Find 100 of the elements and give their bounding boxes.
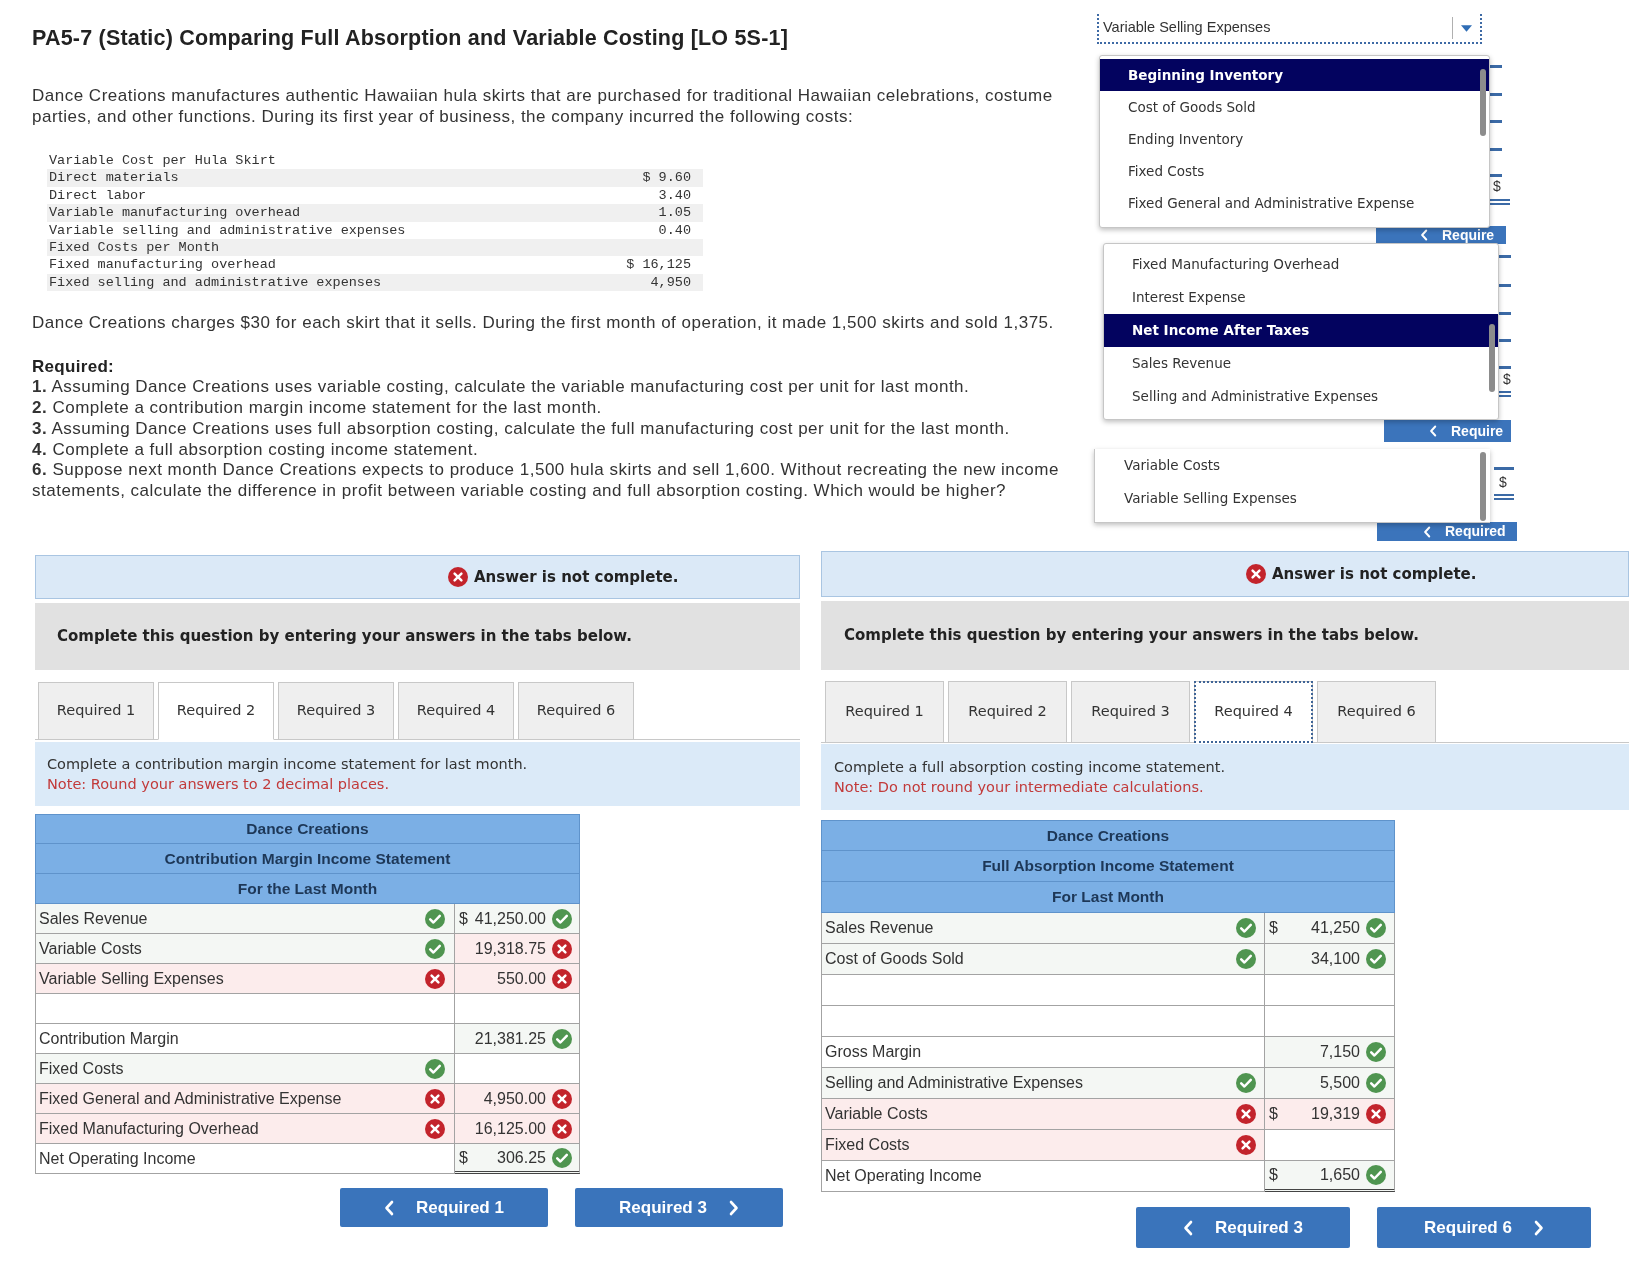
account-field[interactable]: Selling and Administrative Expenses (821, 1068, 1265, 1099)
task-text: Complete a contribution margin income statement for last month. (47, 755, 528, 774)
tab[interactable]: Required 6 (1317, 681, 1436, 743)
cost-amount: $ 9.60 (642, 169, 691, 187)
amount-field[interactable]: 5,500 (1265, 1068, 1395, 1099)
amount-field[interactable]: 16,125.00 (455, 1114, 580, 1144)
cost-item-label: Fixed manufacturing overhead (48, 256, 276, 274)
tab[interactable]: Required 3 (278, 682, 394, 740)
account-field[interactable]: Gross Margin (821, 1037, 1265, 1068)
cost-item-label: Fixed Costs per Month (48, 239, 220, 257)
cost-item-label: Direct labor (48, 186, 147, 205)
cost-amount: 3.40 (658, 186, 691, 205)
tab[interactable]: Required 3 (1071, 681, 1190, 743)
amount-value: 19,319 (1311, 1104, 1360, 1124)
account-label: Net Operating Income (38, 1148, 196, 1169)
account-field[interactable]: Net Operating Income (821, 1161, 1265, 1192)
account-field[interactable]: Fixed General and Administrative Expense (35, 1084, 455, 1114)
dropdown-option[interactable]: Net Income After Taxes (1104, 314, 1498, 347)
dropdown-option[interactable]: Beginning Inventory (1100, 59, 1489, 91)
dropdown-option[interactable]: Variable Selling Expenses (1095, 482, 1490, 515)
required-heading: Required: (32, 356, 116, 378)
account-field[interactable] (821, 1006, 1265, 1037)
previous-button[interactable]: Required 1 (340, 1188, 548, 1227)
account-field[interactable]: Fixed Costs (35, 1054, 455, 1084)
amount-field[interactable]: 34,100 (1265, 944, 1395, 975)
currency-symbol: $ (459, 1147, 468, 1168)
account-field[interactable]: Contribution Margin (35, 1024, 455, 1054)
amount-field[interactable]: 21,381.25 (455, 1024, 580, 1054)
select-field[interactable]: Variable Selling Expenses (1097, 14, 1482, 44)
amount-field[interactable] (1265, 1006, 1395, 1037)
next-button[interactable]: Required 3 (575, 1188, 783, 1227)
dropdown-option[interactable]: Fixed General and Administrative Expense (1100, 187, 1489, 219)
account-label: Fixed Costs (824, 1135, 910, 1155)
account-field[interactable] (35, 994, 455, 1024)
previous-button[interactable]: Required 3 (1136, 1207, 1350, 1248)
currency-symbol: $ (1269, 918, 1278, 938)
cost-item-label: Fixed selling and administrative expenses (48, 273, 382, 292)
amount-field[interactable] (455, 994, 580, 1024)
amount-field[interactable]: 550.00 (455, 964, 580, 994)
amount-field[interactable]: 4,950.00 (455, 1084, 580, 1114)
account-field[interactable]: Variable Costs (35, 934, 455, 964)
tab[interactable]: Required 4 (1194, 681, 1313, 743)
account-field[interactable]: Sales Revenue (821, 913, 1265, 944)
chevron-left-icon (1423, 525, 1431, 538)
tab[interactable]: Required 6 (518, 682, 634, 740)
account-field[interactable] (821, 975, 1265, 1006)
account-field[interactable]: Cost of Goods Sold (821, 944, 1265, 975)
scrollbar-thumb[interactable] (1489, 324, 1495, 392)
tab[interactable]: Required 1 (38, 682, 154, 740)
amount-field[interactable] (455, 1054, 580, 1084)
dropdown-option[interactable]: Sales Revenue (1104, 347, 1498, 380)
dropdown-option[interactable]: Selling and Administrative Expenses (1104, 380, 1498, 413)
amount-field[interactable] (1265, 975, 1395, 1006)
dropdown-option[interactable]: Ending Inventory (1100, 123, 1489, 155)
task-text: Complete a full absorption costing income statement. (834, 758, 1226, 777)
tab[interactable]: Required 2 (158, 682, 274, 740)
account-field[interactable]: Variable Selling Expenses (35, 964, 455, 994)
amount-field[interactable]: 7,150 (1265, 1037, 1395, 1068)
dropdown-option[interactable]: Interest Expense (1104, 281, 1498, 314)
tab[interactable]: Required 1 (825, 681, 944, 743)
next-button[interactable]: Required 6 (1377, 1207, 1591, 1248)
amount-value: 550.00 (497, 968, 546, 989)
amount-field[interactable]: $ 41,250 (1265, 913, 1395, 944)
dropdown-option[interactable]: Fixed Manufacturing Overhead (1104, 248, 1498, 281)
chevron-left-icon (1183, 1219, 1194, 1236)
account-label: Fixed Manufacturing Overhead (38, 1118, 259, 1139)
dropdown-option[interactable]: Variable Costs (1095, 449, 1490, 482)
required-item: 3. Assuming Dance Creations uses full absorption costing, calculate the full manufacturing cost per unit for the last month. (32, 418, 1011, 440)
problem-description: Dance Creations manufactures authentic Hawaiian hula skirts that are purchased for traditional Hawaiian celebrations, costume parties, and other functions. During its first year of business, the company incurred the following costs: (32, 85, 1054, 127)
tab[interactable]: Required 4 (398, 682, 514, 740)
nav-button[interactable]: Required (1377, 522, 1517, 541)
amount-value: 7,150 (1319, 1042, 1360, 1062)
amount-field[interactable]: $ 306.25 (455, 1144, 580, 1174)
dropdown-arrow-icon[interactable] (1461, 24, 1472, 32)
cost-amount: 4,950 (650, 273, 691, 292)
amount-field[interactable]: $ 41,250.00 (455, 904, 580, 934)
account-label: Variable Costs (824, 1104, 928, 1124)
nav-button[interactable]: Require (1384, 420, 1511, 442)
tab[interactable]: Required 2 (948, 681, 1067, 743)
account-field[interactable]: Net Operating Income (35, 1144, 455, 1174)
statement-header: For Last Month (821, 882, 1395, 913)
nav-button[interactable]: Require (1376, 226, 1506, 244)
amount-field[interactable]: $ 1,650 (1265, 1161, 1395, 1192)
account-label: Fixed Costs (38, 1058, 124, 1079)
account-field[interactable]: Fixed Costs (821, 1130, 1265, 1161)
currency-symbol: $ (459, 908, 468, 929)
amount-field[interactable]: $ 19,319 (1265, 1099, 1395, 1130)
scrollbar-thumb[interactable] (1480, 69, 1486, 136)
account-field[interactable]: Sales Revenue (35, 904, 455, 934)
dropdown-option[interactable]: Cost of Goods Sold (1100, 91, 1489, 123)
account-field[interactable]: Variable Costs (821, 1099, 1265, 1130)
amount-value: 34,100 (1311, 949, 1360, 969)
dropdown-option[interactable]: Fixed Costs (1100, 155, 1489, 187)
prompt-text: Complete this question by entering your answers in the tabs below. (57, 626, 632, 648)
account-field[interactable]: Fixed Manufacturing Overhead (35, 1114, 455, 1144)
note-text: Note: Round your answers to 2 decimal places. (47, 775, 389, 794)
cost-item-label: Variable selling and administrative expenses (48, 221, 406, 240)
amount-field[interactable]: 19,318.75 (455, 934, 580, 964)
amount-field[interactable] (1265, 1130, 1395, 1161)
scrollbar-thumb[interactable] (1480, 452, 1486, 521)
